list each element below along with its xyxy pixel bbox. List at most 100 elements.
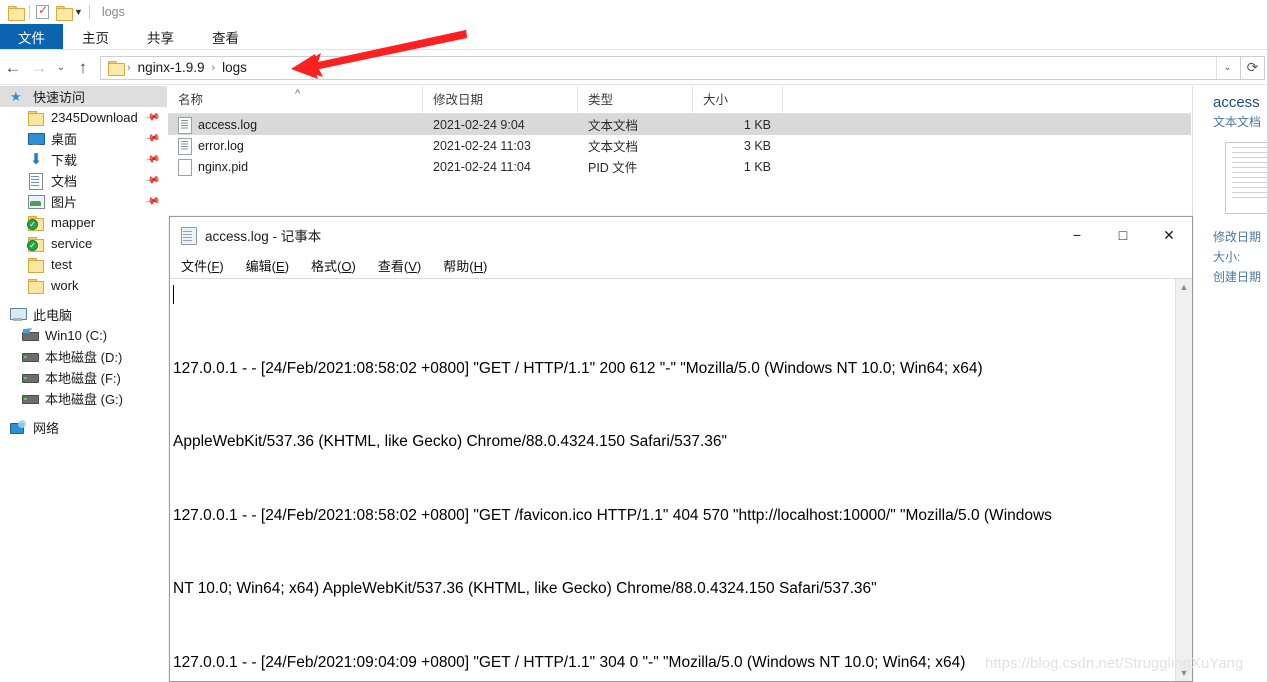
desktop-icon <box>28 131 45 146</box>
file-size-cell: 1 KB <box>743 117 771 132</box>
up-arrow-icon[interactable]: ↑ <box>70 55 96 81</box>
sidebar-item-label: 本地磁盘 (D:) <box>45 350 123 365</box>
menu-item-help[interactable]: 帮助(H) <box>443 256 487 275</box>
column-header-name[interactable]: 名称 <box>168 86 423 114</box>
breadcrumb-item-logs[interactable]: logs <box>219 60 250 75</box>
forward-arrow-icon[interactable]: → <box>26 55 52 81</box>
log-line: 127.0.0.1 - - [24/Feb/2021:08:58:02 +080… <box>173 359 983 377</box>
sidebar-item-label: service <box>51 236 93 251</box>
column-header-date[interactable]: 修改日期 <box>423 86 578 114</box>
address-dropdown-icon[interactable]: ⌄ <box>1216 56 1238 79</box>
sidebar-item-desktop[interactable]: 桌面 📌 <box>0 128 167 149</box>
notepad-body: 127.0.0.1 - - [24/Feb/2021:08:58:02 +080… <box>170 278 1192 681</box>
recent-locations-icon[interactable]: ⌄ <box>52 55 70 81</box>
menu-label: 编辑 <box>245 259 272 274</box>
menu-accel: F <box>211 259 220 274</box>
tab-share[interactable]: 共享 <box>128 24 193 49</box>
sidebar-item-drive-d[interactable]: 本地磁盘 (D:) <box>0 346 167 367</box>
address-bar-row: ← → ⌄ ↑ › nginx-1.9.9 › logs ⌄ ⟳ <box>0 51 1269 85</box>
tab-home[interactable]: 主页 <box>63 24 128 49</box>
menu-label: 查看 <box>377 259 404 274</box>
pin-star-icon: ★ <box>10 89 22 104</box>
sidebar-item-label: 本地磁盘 (G:) <box>45 392 123 407</box>
customize-dropdown-icon[interactable]: ▼ <box>74 7 83 17</box>
drive-icon <box>22 391 39 406</box>
sidebar-item-this-pc[interactable]: 此电脑 <box>0 304 167 325</box>
notepad-window-controls: − □ ✕ <box>1054 217 1192 253</box>
sidebar-item-service[interactable]: ✓ service <box>0 233 167 254</box>
tab-view[interactable]: 查看 <box>193 24 258 49</box>
menu-item-view[interactable]: 查看(V) <box>378 256 421 275</box>
column-header-size[interactable]: 大小 <box>693 86 783 114</box>
menu-accel: H <box>473 259 483 274</box>
file-name-cell: nginx.pid <box>168 159 423 176</box>
sidebar-item-quick-access[interactable]: ★ 快速访问 <box>0 86 167 107</box>
details-pane: access 文本文档 修改日期 大小: 创建日期 <box>1192 86 1269 682</box>
sidebar-item-drive-g[interactable]: 本地磁盘 (G:) <box>0 388 167 409</box>
log-line: AppleWebKit/537.36 (KHTML, like Gecko) C… <box>173 433 728 450</box>
sidebar-item-network[interactable]: 网络 <box>0 417 167 438</box>
sidebar-item-mapper[interactable]: ✓ mapper <box>0 212 167 233</box>
sidebar-item-downloads[interactable]: ⬇ 下载 📌 <box>0 149 167 170</box>
sidebar-item-work[interactable]: work <box>0 275 167 296</box>
maximize-button[interactable]: □ <box>1100 217 1146 253</box>
chevron-down-icon[interactable]: ▼ <box>1180 668 1189 678</box>
text-caret <box>173 285 174 304</box>
column-header-type[interactable]: 类型 <box>578 86 693 114</box>
sidebar-item-2345download[interactable]: 2345Download 📌 <box>0 107 167 128</box>
back-arrow-icon[interactable]: ← <box>0 55 26 81</box>
sidebar-item-label: 此电脑 <box>33 308 73 323</box>
toolbar-divider-2 <box>88 5 90 19</box>
table-row[interactable]: error.log 2021-02-24 11:03 文本文档 3 KB <box>168 135 1191 156</box>
sidebar-item-documents[interactable]: 文档 📌 <box>0 170 167 191</box>
address-folder-icon <box>108 61 125 76</box>
file-type-cell: 文本文档 <box>588 119 639 133</box>
folder-icon <box>28 257 44 273</box>
navigation-pane: ★ 快速访问 2345Download 📌 桌面 📌 ⬇ 下载 📌 文档 📌 图… <box>0 86 167 682</box>
drive-system-icon <box>22 328 39 343</box>
tab-file[interactable]: 文件 <box>0 24 63 49</box>
sidebar-item-label: 文档 <box>51 174 78 189</box>
properties-icon[interactable] <box>36 3 49 19</box>
chevron-up-icon[interactable]: ▲ <box>1180 282 1189 292</box>
folder-icon <box>28 110 44 126</box>
table-row[interactable]: nginx.pid 2021-02-24 11:04 PID 文件 1 KB <box>168 156 1191 177</box>
log-line: 127.0.0.1 - - [24/Feb/2021:08:58:02 +080… <box>173 506 1052 524</box>
table-row[interactable]: access.log 2021-02-24 9:04 文本文档 1 KB <box>168 114 1191 135</box>
pin-icon[interactable]: 📌 <box>144 172 161 188</box>
ribbon-tabbar: 文件 主页 共享 查看 <box>0 24 1269 50</box>
menu-accel: V <box>408 259 417 274</box>
menu-item-file[interactable]: 文件(F) <box>181 256 224 275</box>
notepad-title-bar[interactable]: access.log - 记事本 − □ ✕ <box>170 217 1192 253</box>
menu-label: 文件 <box>181 259 208 274</box>
breadcrumb-item-nginx[interactable]: nginx-1.9.9 <box>135 60 208 75</box>
minimize-button[interactable]: − <box>1054 217 1100 253</box>
sidebar-item-pictures[interactable]: 图片 📌 <box>0 191 167 212</box>
pin-icon[interactable]: 📌 <box>144 151 161 167</box>
sidebar-item-label: mapper <box>51 215 96 230</box>
details-field-modified: 修改日期 <box>1213 230 1262 244</box>
address-input[interactable]: › nginx-1.9.9 › logs ⌄ <box>100 55 1241 80</box>
pin-icon[interactable]: 📌 <box>144 130 161 146</box>
pin-icon[interactable]: 📌 <box>144 109 161 125</box>
blank-file-icon <box>178 159 192 176</box>
drive-icon <box>22 349 39 364</box>
notepad-text-area[interactable]: 127.0.0.1 - - [24/Feb/2021:08:58:02 +080… <box>170 279 1175 681</box>
toolbar-divider <box>29 5 30 19</box>
file-date-cell: 2021-02-24 11:03 <box>433 138 531 153</box>
menu-item-edit[interactable]: 编辑(E) <box>246 256 289 275</box>
sidebar-item-test[interactable]: test <box>0 254 167 275</box>
folder-icon[interactable] <box>8 5 25 21</box>
notepad-vertical-scrollbar[interactable]: ▲ ▼ <box>1175 279 1192 681</box>
sidebar-item-drive-f[interactable]: 本地磁盘 (F:) <box>0 367 167 388</box>
column-header-row: 名称 修改日期 类型 大小 <box>168 86 1191 114</box>
menu-item-format[interactable]: 格式(O) <box>311 256 356 275</box>
drive-icon <box>22 370 39 385</box>
menu-label: 格式 <box>311 259 338 274</box>
close-button[interactable]: ✕ <box>1146 217 1192 253</box>
sidebar-item-label: work <box>51 278 79 293</box>
new-folder-icon[interactable] <box>56 5 73 21</box>
pin-icon[interactable]: 📌 <box>144 193 161 209</box>
refresh-icon[interactable]: ⟳ <box>1241 55 1265 80</box>
sidebar-item-drive-c[interactable]: Win10 (C:) <box>0 325 167 346</box>
